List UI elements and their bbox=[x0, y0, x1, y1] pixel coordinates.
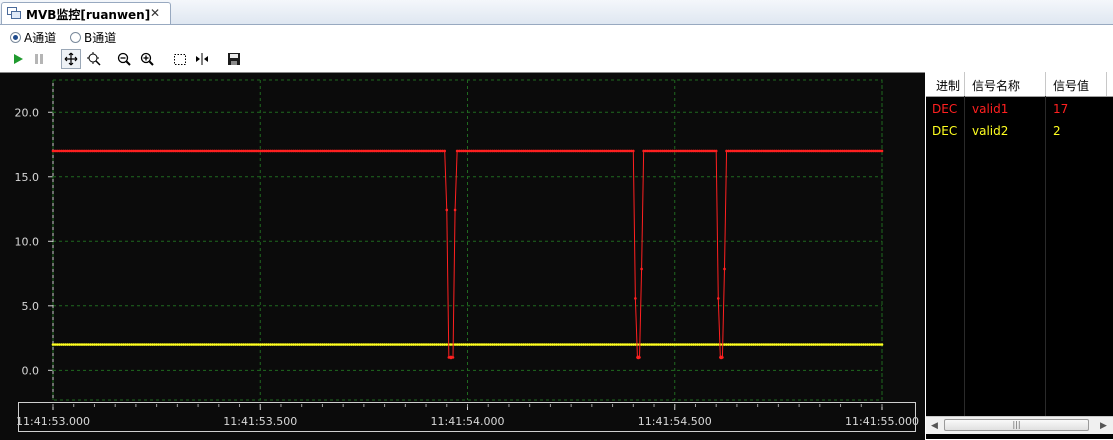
radio-label-b: B通道 bbox=[84, 31, 117, 45]
horizontal-scrollbar[interactable]: ◀ ||| ▶ bbox=[926, 416, 1113, 434]
close-icon[interactable]: ✕ bbox=[150, 6, 160, 20]
select-region-button[interactable] bbox=[170, 49, 190, 69]
zoom-out-button[interactable] bbox=[114, 49, 134, 69]
column-line bbox=[1045, 96, 1046, 416]
dip-point-valid1 bbox=[719, 355, 723, 360]
row-signal-name: valid1 bbox=[972, 102, 1009, 116]
data-point-valid1 bbox=[640, 267, 643, 271]
dip-point-valid1 bbox=[636, 355, 641, 360]
tab-title: MVB监控[ruanwen] bbox=[26, 8, 151, 22]
toolbar bbox=[0, 48, 400, 70]
marker-icon bbox=[196, 53, 208, 65]
x-axis-box bbox=[18, 402, 916, 432]
row-base: DEC bbox=[932, 102, 958, 116]
header-signal-name: 信号名称 bbox=[972, 79, 1021, 93]
legend-row[interactable]: DEC valid1 17 bbox=[926, 98, 1113, 120]
radio-channel-b[interactable]: B通道 bbox=[70, 29, 116, 46]
column-divider[interactable] bbox=[1045, 72, 1046, 96]
zoom-in-icon bbox=[140, 52, 154, 66]
row-signal-value: 2 bbox=[1053, 124, 1061, 138]
radio-channel-a[interactable]: A通道 bbox=[10, 29, 56, 46]
signal-legend-table: 进制 信号名称 信号值 DEC valid1 17 DEC valid2 2 ◀… bbox=[926, 72, 1113, 439]
header-signal-value: 信号值 bbox=[1053, 79, 1090, 93]
row-signal-value: 17 bbox=[1053, 102, 1069, 116]
plot-canvas[interactable]: 0.05.010.015.020.011:41:53.000 11:41:53.5… bbox=[0, 73, 925, 439]
channel-selector: A通道 B通道 bbox=[0, 26, 400, 46]
tab-mvb-monitor[interactable]: MVB监控[ruanwen] ✕ bbox=[1, 2, 171, 24]
play-icon bbox=[14, 54, 23, 64]
scroll-left-icon[interactable]: ◀ bbox=[927, 418, 942, 433]
save-button[interactable] bbox=[224, 49, 244, 69]
save-icon bbox=[228, 53, 240, 65]
legend-header: 进制 信号名称 信号值 bbox=[926, 72, 1113, 97]
dip-point-valid1 bbox=[449, 355, 453, 360]
data-point-valid1 bbox=[716, 297, 720, 300]
scroll-right-icon[interactable]: ▶ bbox=[1096, 418, 1111, 433]
radio-label-a: A通道 bbox=[24, 31, 57, 45]
y-tick-label: 10.0 bbox=[15, 235, 40, 248]
data-point-valid1 bbox=[880, 149, 884, 153]
data-point-valid1 bbox=[443, 149, 447, 153]
data-point-valid1 bbox=[634, 297, 637, 300]
data-point-valid1 bbox=[714, 149, 718, 153]
data-point-valid1 bbox=[453, 208, 457, 212]
y-tick-label: 0.0 bbox=[22, 364, 40, 377]
zoom-fit-button[interactable] bbox=[84, 49, 104, 69]
data-point-valid1 bbox=[445, 208, 449, 212]
marker-button[interactable] bbox=[192, 49, 212, 69]
y-tick-label: 20.0 bbox=[15, 106, 40, 119]
data-point-valid1 bbox=[723, 267, 726, 271]
pause-button[interactable] bbox=[29, 49, 49, 69]
signal-plot[interactable]: 0.0 5.0 10.0 15.0 20.0 11:41:53.000 11:41:53.5… bbox=[0, 72, 925, 440]
zoom-out-icon bbox=[117, 52, 131, 66]
monitor-icon bbox=[7, 7, 21, 19]
radio-button-icon[interactable] bbox=[70, 32, 81, 43]
column-divider[interactable] bbox=[1106, 72, 1107, 96]
row-signal-name: valid2 bbox=[972, 124, 1009, 138]
zoom-fit-icon bbox=[87, 52, 101, 66]
pan-button[interactable] bbox=[61, 49, 81, 69]
row-base: DEC bbox=[932, 124, 958, 138]
column-divider[interactable] bbox=[964, 72, 965, 96]
y-tick-label: 5.0 bbox=[22, 300, 40, 313]
pan-icon bbox=[64, 52, 78, 66]
data-point-valid1 bbox=[632, 149, 635, 153]
legend-row[interactable]: DEC valid2 2 bbox=[926, 120, 1113, 142]
zoom-in-button[interactable] bbox=[137, 49, 157, 69]
column-line bbox=[964, 96, 965, 416]
scroll-thumb[interactable]: ||| bbox=[944, 419, 1089, 431]
y-tick-label: 15.0 bbox=[15, 171, 40, 184]
radio-button-icon[interactable] bbox=[10, 32, 21, 43]
editor-tab-bar: MVB监控[ruanwen] ✕ bbox=[0, 0, 1113, 25]
select-region-icon bbox=[174, 54, 186, 65]
pause-icon bbox=[35, 54, 43, 64]
header-base: 进制 bbox=[936, 79, 961, 93]
play-button[interactable] bbox=[8, 49, 28, 69]
data-point-valid2 bbox=[880, 343, 884, 346]
